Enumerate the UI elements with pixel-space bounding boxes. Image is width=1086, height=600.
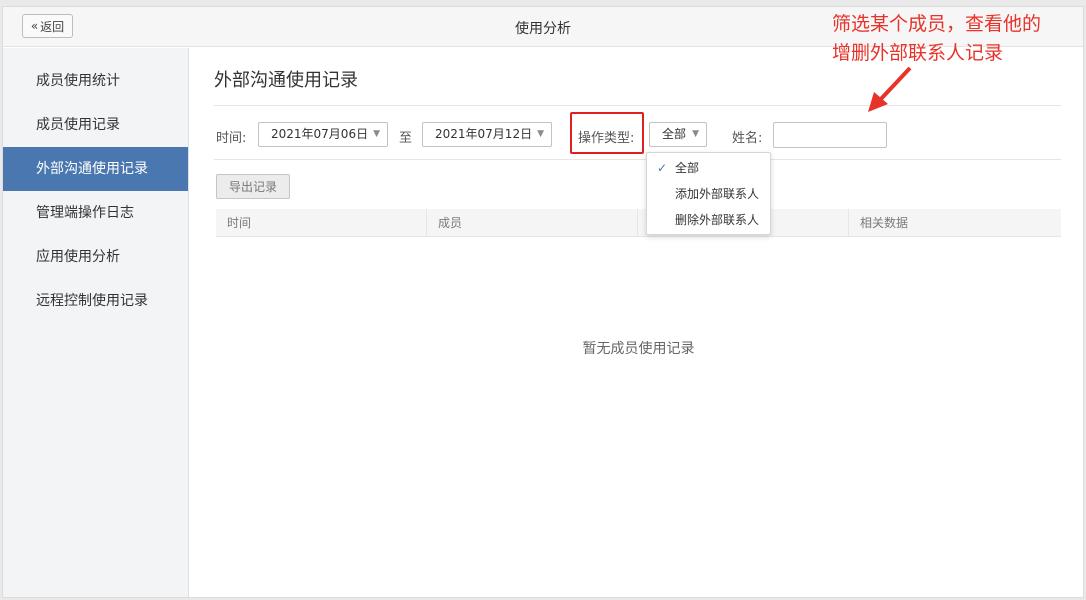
section-title: 外部沟通使用记录	[214, 70, 358, 91]
caret-down-icon: ▼	[692, 129, 699, 139]
column-header-member: 成员	[427, 209, 638, 237]
annotation-arrow-icon	[868, 66, 912, 112]
caret-down-icon: ▼	[537, 129, 544, 139]
menu-item-delete-external-contact[interactable]: 删除外部联系人	[647, 207, 770, 233]
end-date-value: 2021年07月12日	[435, 127, 533, 141]
app-window: « 返回 使用分析 成员使用统计 成员使用记录 外部沟通使用记录 管理端操作日志…	[2, 6, 1084, 598]
menu-item-all[interactable]: ✓ 全部	[647, 155, 770, 181]
empty-state-text: 暂无成员使用记录	[582, 341, 695, 357]
divider	[214, 105, 1061, 106]
sidebar-item-external-comm-records[interactable]: 外部沟通使用记录	[3, 147, 188, 191]
op-type-value: 全部	[662, 127, 687, 141]
caret-down-icon: ▼	[373, 129, 380, 139]
date-range-separator: 至	[399, 131, 413, 146]
start-date-picker[interactable]: 2021年07月06日 ▼	[258, 122, 388, 147]
start-date-value: 2021年07月06日	[271, 127, 369, 141]
op-type-select[interactable]: 全部 ▼	[649, 122, 707, 147]
sidebar-item-admin-log[interactable]: 管理端操作日志	[3, 191, 188, 235]
divider	[214, 159, 1061, 160]
sidebar-item-app-analysis[interactable]: 应用使用分析	[3, 235, 188, 279]
export-records-button[interactable]: 导出记录	[216, 174, 290, 199]
annotation-text: 筛选某个成员，查看他的 增删外部联系人记录	[832, 10, 1041, 68]
table-header: 时间 成员 相关数据	[216, 209, 1061, 237]
sidebar: 成员使用统计 成员使用记录 外部沟通使用记录 管理端操作日志 应用使用分析 远程…	[3, 48, 189, 597]
op-type-dropdown-menu: ✓ 全部 添加外部联系人 删除外部联系人	[646, 152, 771, 235]
sidebar-item-member-stats[interactable]: 成员使用统计	[3, 59, 188, 103]
end-date-picker[interactable]: 2021年07月12日 ▼	[422, 122, 552, 147]
time-label: 时间:	[216, 131, 247, 146]
main-content: 外部沟通使用记录 时间: 2021年07月06日 ▼ 至 2021年07月12日…	[189, 48, 1083, 597]
menu-item-add-external-contact[interactable]: 添加外部联系人	[647, 181, 770, 207]
column-header-time: 时间	[216, 209, 427, 237]
name-label: 姓名:	[732, 131, 763, 146]
annotation-line: 筛选某个成员，查看他的	[832, 13, 1042, 35]
highlight-annotation-box	[570, 112, 644, 154]
check-icon: ✓	[657, 161, 668, 175]
menu-item-label: 全部	[675, 161, 700, 175]
name-input[interactable]	[773, 122, 887, 148]
sidebar-item-member-records[interactable]: 成员使用记录	[3, 103, 188, 147]
sidebar-item-remote-control-records[interactable]: 远程控制使用记录	[3, 279, 188, 323]
column-header-related-data: 相关数据	[860, 216, 909, 230]
